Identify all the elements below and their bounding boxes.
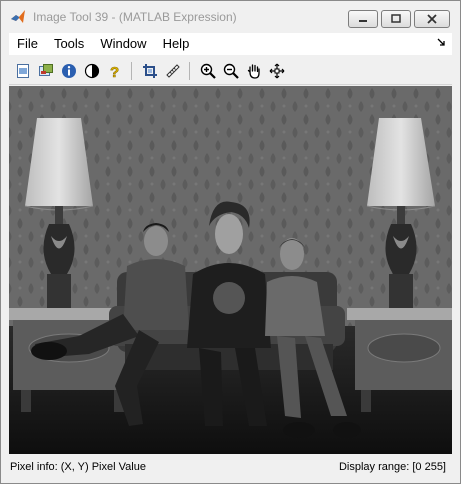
maximize-icon xyxy=(391,14,401,23)
maximize-button[interactable] xyxy=(381,10,411,28)
zoom-out-icon xyxy=(223,63,239,79)
zoom-in-button[interactable] xyxy=(199,62,217,80)
menu-tools[interactable]: Tools xyxy=(46,33,92,55)
help-icon: ? xyxy=(110,63,120,79)
toolbar: ? xyxy=(9,57,452,85)
close-icon xyxy=(427,14,437,24)
menu-help[interactable]: Help xyxy=(155,33,198,55)
toolbar-separator xyxy=(131,61,132,80)
grayscale-photo[interactable] xyxy=(9,86,452,454)
measure-distance-icon xyxy=(166,63,180,78)
display-range-label: Display range: [0 255] xyxy=(338,461,446,473)
image-info-icon xyxy=(39,63,53,76)
crop-button[interactable] xyxy=(141,62,159,80)
measure-distance-button[interactable] xyxy=(164,62,182,80)
contrast-icon xyxy=(84,63,100,78)
title-bar[interactable]: Image Tool 39 - (MATLAB Expression) xyxy=(1,1,460,33)
image-info-button[interactable] xyxy=(37,62,55,80)
pan-hand-icon xyxy=(247,63,260,79)
menu-window[interactable]: Window xyxy=(92,33,154,55)
svg-text:?: ? xyxy=(110,64,119,79)
window-controls xyxy=(348,10,450,28)
image-display[interactable] xyxy=(9,86,452,454)
toolbar-separator xyxy=(189,61,190,80)
pixel-region-icon xyxy=(269,63,285,78)
new-figure-button[interactable] xyxy=(14,62,32,80)
minimize-icon xyxy=(359,20,367,22)
pan-button[interactable] xyxy=(245,62,263,80)
zoom-in-icon xyxy=(200,63,216,79)
close-button[interactable] xyxy=(414,10,450,28)
minimize-button[interactable] xyxy=(348,10,378,28)
matlab-logo-icon xyxy=(11,10,25,23)
arrow-down-right-icon[interactable] xyxy=(436,37,446,47)
contrast-button[interactable] xyxy=(83,62,101,80)
menu-bar: File Tools Window Help xyxy=(9,33,452,55)
help-button[interactable]: ? xyxy=(106,62,124,80)
crop-icon xyxy=(143,63,157,78)
menu-file[interactable]: File xyxy=(9,33,46,55)
pixel-region-button[interactable] xyxy=(268,62,286,80)
image-tool-window: Image Tool 39 - (MATLAB Expression) File… xyxy=(0,0,461,484)
window-title: Image Tool 39 - (MATLAB Expression) xyxy=(33,10,237,24)
zoom-out-button[interactable] xyxy=(222,62,240,80)
info-icon xyxy=(62,63,76,78)
status-bar: Pixel info: (X, Y) Pixel Value Display r… xyxy=(9,457,452,477)
pixel-info-label: Pixel info: (X, Y) Pixel Value xyxy=(10,461,146,473)
info-button[interactable] xyxy=(60,62,78,80)
new-figure-icon xyxy=(17,63,29,78)
